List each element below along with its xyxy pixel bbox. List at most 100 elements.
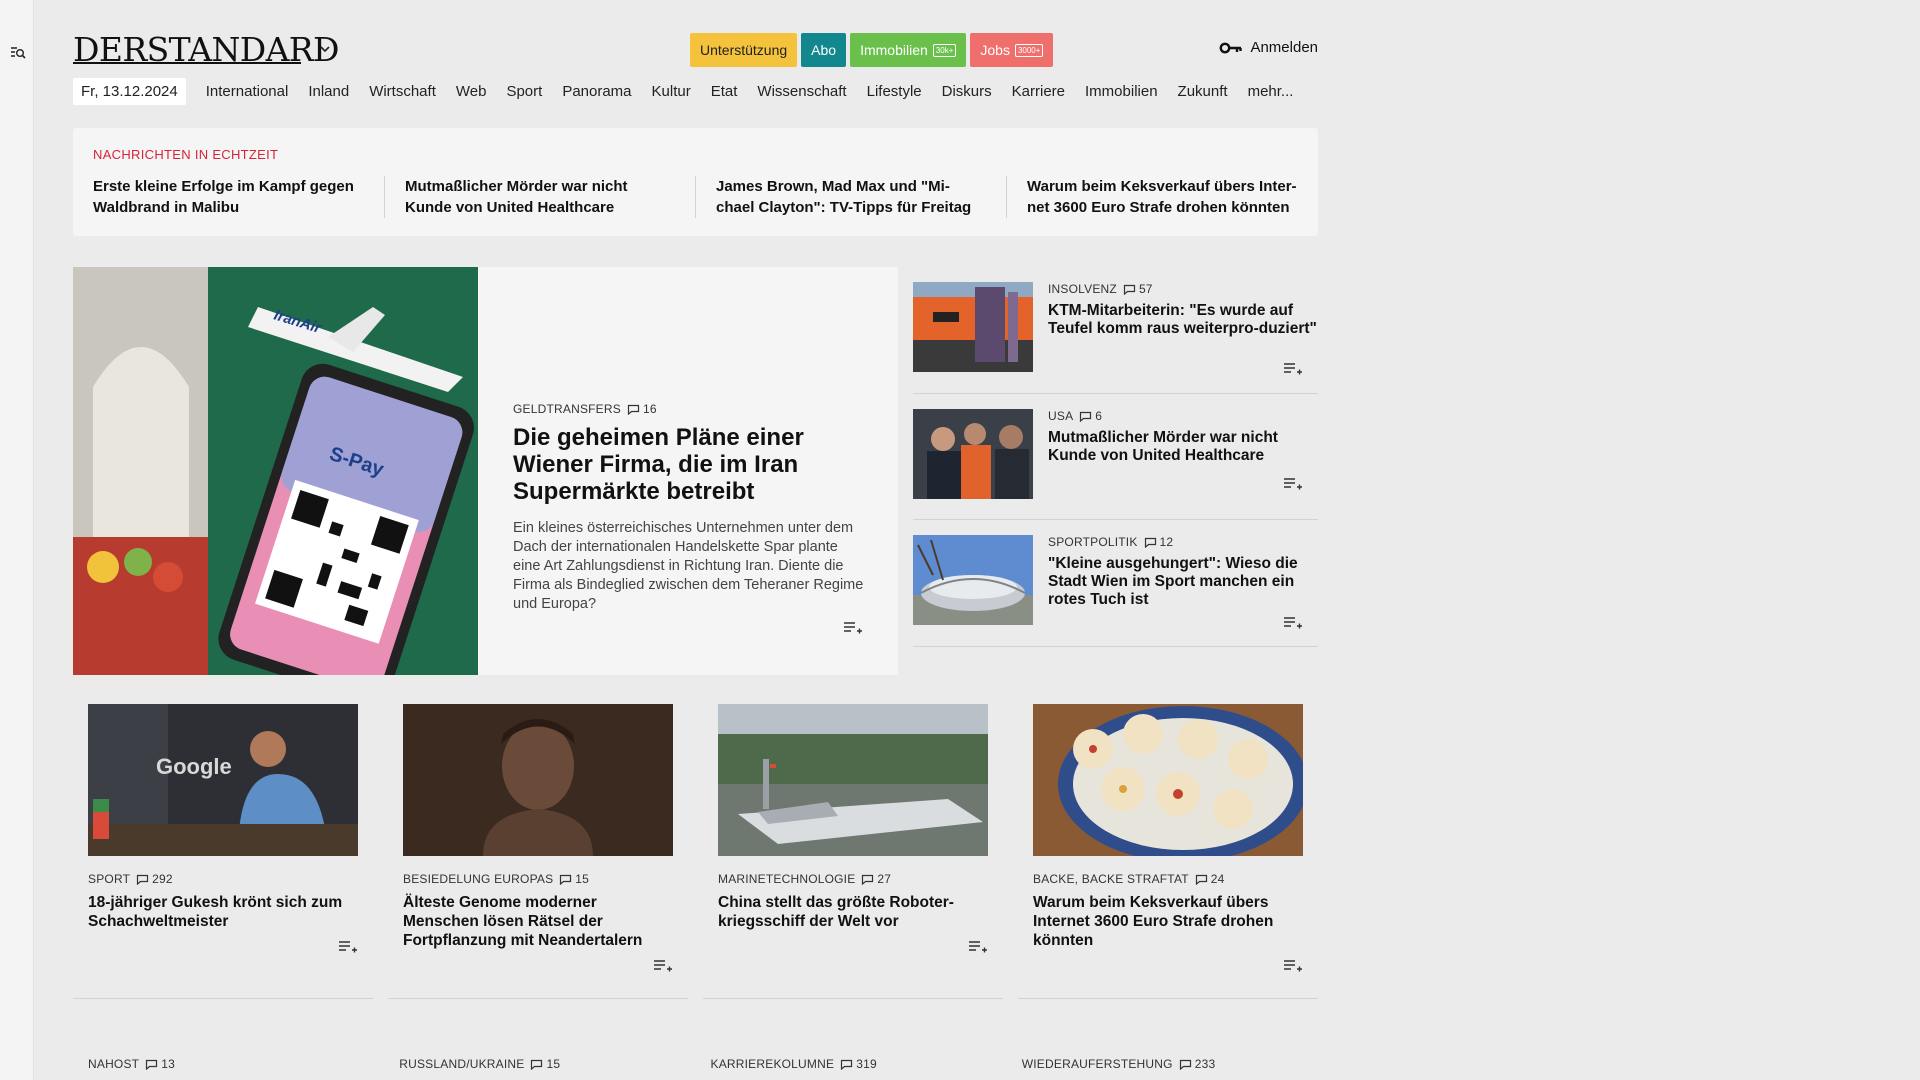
comment-icon xyxy=(136,874,149,885)
side-title[interactable]: KTM-Mitarbeiterin: "Es wurde auf Teufel … xyxy=(1048,302,1318,338)
comment-count[interactable]: 15 xyxy=(559,872,589,886)
card-image xyxy=(718,704,988,856)
login-label: Anmelden xyxy=(1250,39,1318,56)
card-kicker: SPORT 292 xyxy=(88,872,358,886)
card-text: SPORT 292 18-jähriger Gukesh krönt sich … xyxy=(88,872,358,931)
nav-item-international[interactable]: International xyxy=(206,83,289,100)
nav-item-etat[interactable]: Etat xyxy=(711,83,738,100)
card-title[interactable]: 18-jähriger Gukesh krönt sich zum Schach… xyxy=(88,893,358,931)
abo-label: Abo xyxy=(811,42,837,58)
comment-icon xyxy=(1144,537,1157,548)
ticker-item[interactable]: Warum beim Keksverkauf übers Inter-net 3… xyxy=(1006,176,1317,218)
bottom-kicker[interactable]: NAHOST 13 xyxy=(73,1057,384,1071)
nav-item-zukunft[interactable]: Zukunft xyxy=(1178,83,1228,100)
side-article[interactable]: INSOLVENZ 57 KTM-Mitarbeiterin: "Es wurd… xyxy=(913,267,1318,394)
side-article[interactable]: SPORTPOLITIK 12 "Kleine ausgehungert": W… xyxy=(913,520,1318,647)
comment-count[interactable]: 6 xyxy=(1079,409,1102,423)
side-text: INSOLVENZ 57 KTM-Mitarbeiterin: "Es wurd… xyxy=(1048,282,1318,338)
comment-count[interactable]: 27 xyxy=(861,872,891,886)
kicker-label: MARINETECHNOLOGIE xyxy=(718,872,856,886)
side-title[interactable]: "Kleine ausgehungert": Wieso die Stadt W… xyxy=(1048,555,1318,609)
nav-item-more[interactable]: mehr... xyxy=(1248,83,1294,100)
add-to-list-icon[interactable] xyxy=(968,940,988,954)
nav-item-web[interactable]: Web xyxy=(456,83,487,100)
bottom-kicker[interactable]: WIEDERAUFERSTEHUNG 233 xyxy=(1007,1057,1318,1071)
comment-count[interactable]: 16 xyxy=(627,402,657,416)
add-to-list-icon[interactable] xyxy=(843,621,863,635)
lead-image: IranAir S-Pay xyxy=(73,267,478,675)
comment-icon xyxy=(1079,411,1092,422)
comment-icon xyxy=(840,1059,853,1070)
ticker-item[interactable]: Mutmaßlicher Mörder war nicht Kunde von … xyxy=(384,176,695,218)
nav-item-karriere[interactable]: Karriere xyxy=(1012,83,1065,100)
nav-item-panorama[interactable]: Panorama xyxy=(562,83,631,100)
add-to-list-icon[interactable] xyxy=(1283,959,1303,973)
abo-button[interactable]: Abo xyxy=(801,33,847,67)
lead-title[interactable]: Die geheimen Pläne einer Wiener Firma, d… xyxy=(513,424,868,505)
article-grid: Google SPORT 292 18-jähriger Gukesh krön… xyxy=(73,691,1318,999)
nav-item-immobilien[interactable]: Immobilien xyxy=(1085,83,1158,100)
comment-count[interactable]: 15 xyxy=(530,1057,560,1071)
search-menu-icon[interactable] xyxy=(10,45,26,61)
comment-count[interactable]: 12 xyxy=(1144,535,1174,549)
page: DERSTANDARD Unterstützung Abo Immobilien… xyxy=(73,0,1318,1080)
bottom-kicker[interactable]: KARRIEREKOLUMNE 319 xyxy=(696,1057,1007,1071)
nav-date: Fr, 13.12.2024 xyxy=(73,77,186,105)
kicker-label: WIEDERAUFERSTEHUNG xyxy=(1021,1057,1173,1071)
nav-item-inland[interactable]: Inland xyxy=(308,83,349,100)
next-row-kickers: NAHOST 13 RUSSLAND/UKRAINE 15 KARRIEREKO… xyxy=(73,1057,1318,1071)
login-button[interactable]: Anmelden xyxy=(1219,39,1318,56)
grid-article[interactable]: BACKE, BACKE STRAFTAT 24 Warum beim Keks… xyxy=(1018,691,1318,999)
nav-item-wissenschaft[interactable]: Wissenschaft xyxy=(757,83,846,100)
chevron-down-icon[interactable] xyxy=(318,42,332,56)
card-title[interactable]: Älteste Genome moderner Menschen lösen R… xyxy=(403,893,673,950)
kicker-label: RUSSLAND/UKRAINE xyxy=(399,1057,525,1071)
immobilien-button[interactable]: Immobilien 30k+ xyxy=(850,33,967,67)
comment-number: 6 xyxy=(1095,409,1103,423)
nav-item-kultur[interactable]: Kultur xyxy=(652,83,691,100)
comment-number: 15 xyxy=(575,872,590,886)
grid-article[interactable]: BESIEDELUNG EUROPAS 15 Älteste Genome mo… xyxy=(388,691,688,999)
comment-count[interactable]: 233 xyxy=(1179,1057,1216,1071)
lead-article[interactable]: IranAir S-Pay GELDTRANSFERS 16 Die gehei… xyxy=(73,267,898,675)
comment-number: 292 xyxy=(152,872,173,886)
comment-icon xyxy=(861,874,874,885)
comment-number: 12 xyxy=(1159,535,1174,549)
grid-article[interactable]: Google SPORT 292 18-jähriger Gukesh krön… xyxy=(73,691,373,999)
add-to-list-icon[interactable] xyxy=(653,959,673,973)
add-to-list-icon[interactable] xyxy=(1283,477,1303,491)
kicker-label: NAHOST xyxy=(88,1057,140,1071)
support-label: Unterstützung xyxy=(700,42,788,58)
comment-count[interactable]: 319 xyxy=(840,1057,877,1071)
card-title[interactable]: Warum beim Keksverkauf übers Internet 36… xyxy=(1033,893,1303,950)
side-title[interactable]: Mutmaßlicher Mörder war nicht Kunde von … xyxy=(1048,429,1318,465)
jobs-button[interactable]: Jobs 3000+ xyxy=(970,33,1054,67)
live-ticker: NACHRICHTEN IN ECHTZEIT Erste kleine Erf… xyxy=(73,128,1318,236)
kicker-label: INSOLVENZ xyxy=(1048,282,1117,296)
comment-count[interactable]: 13 xyxy=(145,1057,175,1071)
card-title[interactable]: China stellt das größte Roboter-kriegssc… xyxy=(718,893,988,931)
nav-item-lifestyle[interactable]: Lifestyle xyxy=(867,83,922,100)
comment-count[interactable]: 57 xyxy=(1123,282,1153,296)
add-to-list-icon[interactable] xyxy=(338,940,358,954)
support-button[interactable]: Unterstützung xyxy=(690,33,798,67)
logo-underline xyxy=(73,62,301,64)
bottom-kicker[interactable]: RUSSLAND/UKRAINE 15 xyxy=(384,1057,695,1071)
ticker-item[interactable]: James Brown, Mad Max und "Mi-chael Clayt… xyxy=(695,176,1006,218)
side-image xyxy=(913,282,1033,372)
immobilien-label: Immobilien xyxy=(860,42,928,58)
comment-icon xyxy=(145,1059,158,1070)
header-buttons: Unterstützung Abo Immobilien 30k+ Jobs 3… xyxy=(690,33,1054,67)
side-article[interactable]: USA 6 Mutmaßlicher Mörder war nicht Kund… xyxy=(913,394,1318,520)
comment-count[interactable]: 292 xyxy=(136,872,173,886)
ticker-item[interactable]: Erste kleine Erfolge im Kampf gegen Wald… xyxy=(93,176,384,218)
card-text: BACKE, BACKE STRAFTAT 24 Warum beim Keks… xyxy=(1033,872,1303,950)
nav-item-wirtschaft[interactable]: Wirtschaft xyxy=(369,83,436,100)
jobs-badge: 3000+ xyxy=(1014,43,1044,57)
grid-article[interactable]: MARINETECHNOLOGIE 27 China stellt das gr… xyxy=(703,691,1003,999)
add-to-list-icon[interactable] xyxy=(1283,362,1303,376)
nav-item-sport[interactable]: Sport xyxy=(506,83,542,100)
add-to-list-icon[interactable] xyxy=(1283,616,1303,630)
nav-item-diskurs[interactable]: Diskurs xyxy=(942,83,992,100)
comment-count[interactable]: 24 xyxy=(1195,872,1225,886)
